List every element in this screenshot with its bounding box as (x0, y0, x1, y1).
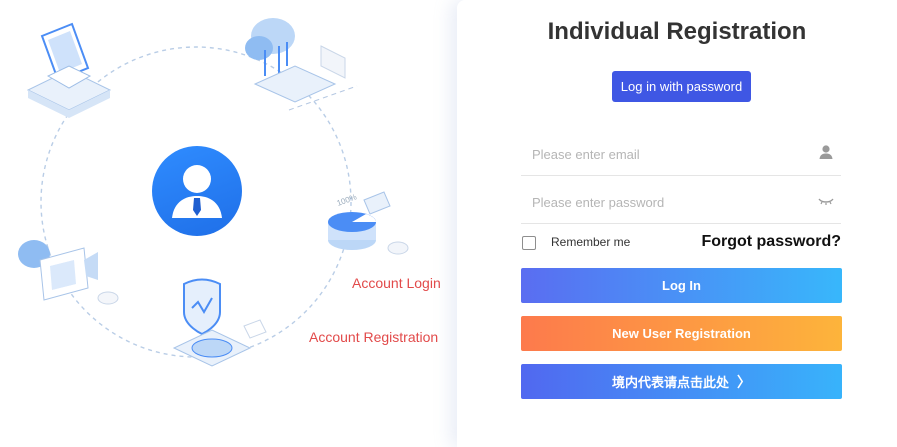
registration-panel: Individual Registration Log in with pass… (457, 0, 897, 447)
user-icon[interactable] (817, 143, 835, 161)
forgot-password-link[interactable]: Forgot password? (701, 233, 841, 251)
eye-closed-icon[interactable] (817, 191, 835, 209)
illustration: 100% (0, 0, 455, 447)
annotation-account-login: Account Login (352, 275, 441, 291)
laptop-device-icon (26, 22, 112, 118)
video-camera-icon (18, 240, 119, 305)
svg-text:100%: 100% (336, 192, 358, 207)
registration-button-label: New User Registration (612, 326, 751, 341)
email-field-wrapper (521, 129, 841, 176)
password-input[interactable] (530, 191, 814, 213)
annotation-account-registration: Account Registration (309, 329, 439, 345)
database-chart-icon: 100% (328, 191, 409, 255)
login-with-password-tab[interactable]: Log in with password (612, 71, 751, 102)
new-user-registration-button[interactable]: New User Registration (521, 316, 842, 351)
remember-me-checkbox[interactable] (522, 236, 536, 250)
domestic-representative-button[interactable]: 境内代表请点击此处 〉 (521, 364, 842, 399)
user-avatar-icon (172, 165, 222, 218)
chevron-right-icon: 〉 (737, 373, 751, 390)
shield-security-icon (172, 278, 267, 367)
login-button[interactable]: Log In (521, 268, 842, 303)
email-input[interactable] (530, 143, 814, 165)
login-button-label: Log In (662, 278, 701, 293)
password-field-wrapper (521, 177, 841, 224)
representative-button-label: 境内代表请点击此处 (611, 375, 729, 390)
remember-me-label[interactable]: Remember me (551, 235, 630, 249)
cloud-network-icon (245, 18, 358, 111)
page-title: Individual Registration (547, 18, 807, 45)
